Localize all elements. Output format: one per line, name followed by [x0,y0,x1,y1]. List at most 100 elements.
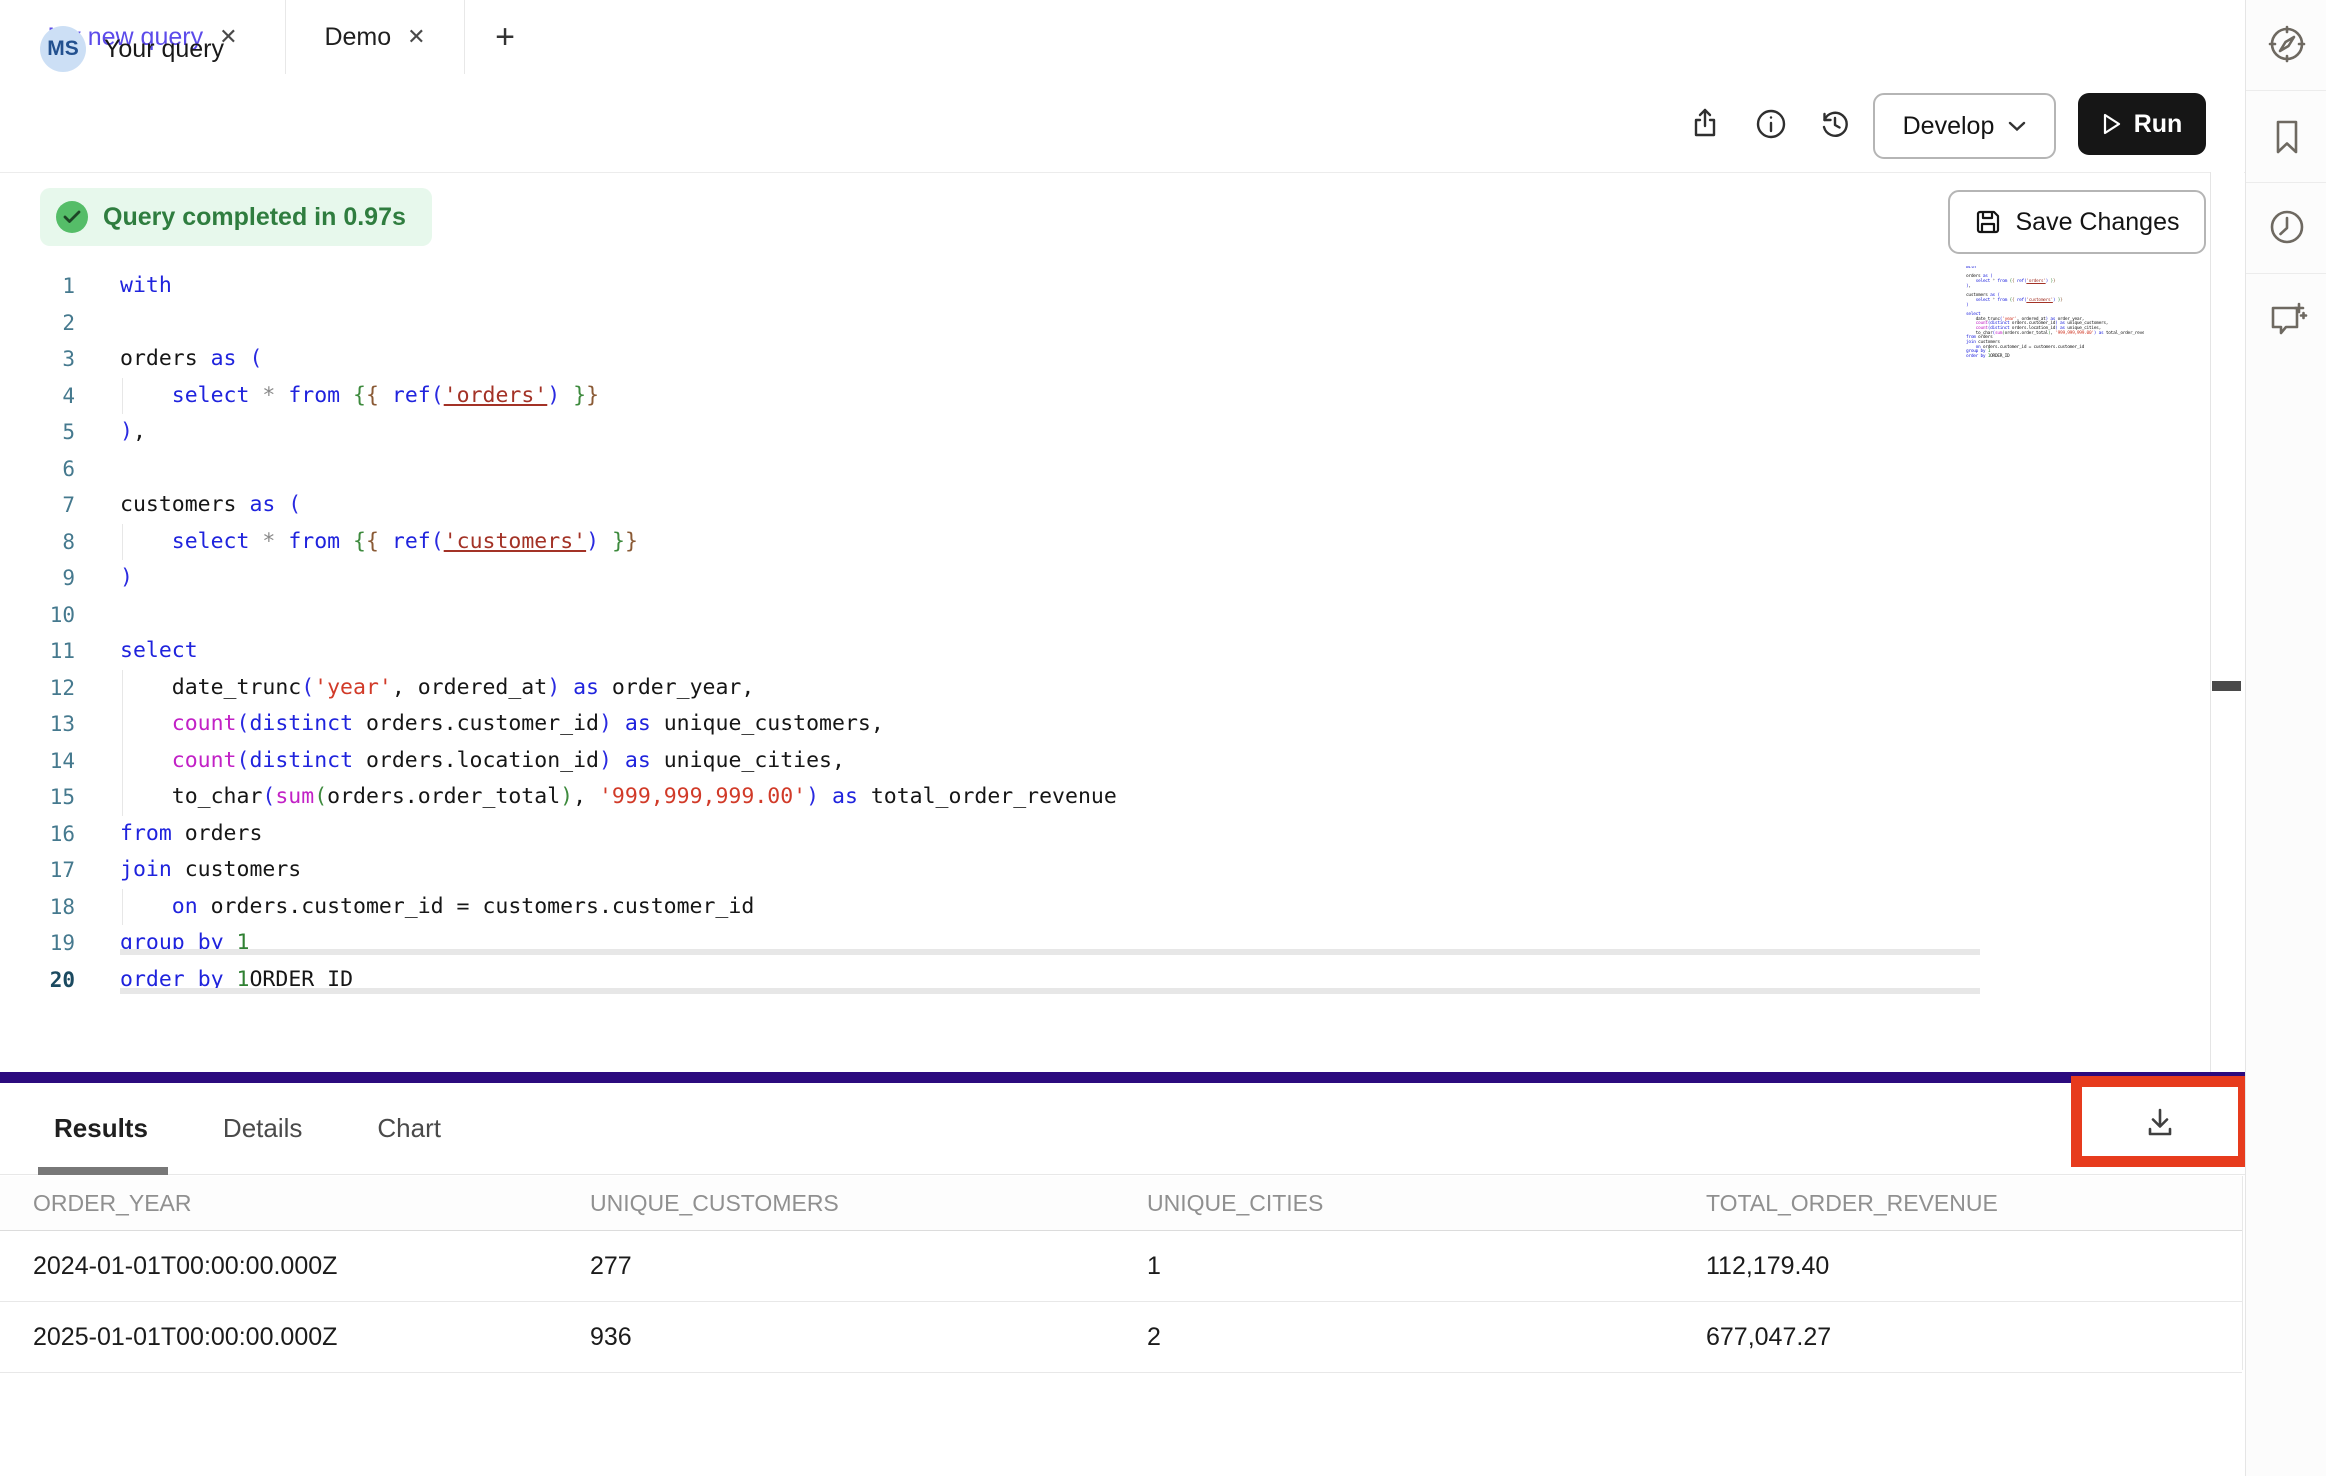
line-number: 16 [0,816,75,853]
code-text: date_trunc('year', ordered_at) as order_… [120,670,754,707]
code-text: select [120,633,198,670]
code-line: 7customers as ( [0,487,2200,524]
column-header: ORDER_YEAR [33,1190,590,1217]
results-tab-chart[interactable]: Chart [377,1113,441,1144]
code-line: 3orders as ( [0,341,2200,378]
code-line: 1 with [0,268,2200,305]
right-toolbar [2245,0,2326,1476]
editor-scrollbar-gutter [2210,172,2244,1072]
minimap-line: order by 1ORDER_ID [1966,355,2144,360]
code-line: 16 from orders [0,816,2200,853]
active-line-border [120,949,1980,955]
share-icon[interactable] [1688,107,1722,141]
results-tab-bar: Results Details Chart [0,1083,2245,1175]
code-line: 9) [0,560,2200,597]
save-icon [1974,208,2002,236]
download-results-button[interactable] [2071,1076,2249,1167]
run-button[interactable]: Run [2078,93,2206,155]
code-line: 17 join customers [0,852,2200,889]
code-text: from orders [120,816,262,853]
code-text: group by 1 [120,925,249,962]
develop-button[interactable]: Develop [1873,93,2056,159]
line-number: 12 [0,670,75,707]
code-text: select * from {{ ref('customers') }} [120,524,638,561]
line-number: 10 [0,597,75,634]
code-line: 11 select [0,633,2200,670]
code-line: 5), [0,414,2200,451]
column-header: UNIQUE_CUSTOMERS [590,1190,1147,1217]
query-ide-window: { "tabs": { "items": [ {"label": "My new… [0,0,2326,1476]
chevron-down-icon [2008,120,2026,132]
status-badge: Query completed in 0.97s [40,188,432,246]
code-text: join customers [120,852,301,889]
line-number: 18 [0,889,75,926]
new-tab-button[interactable]: + [465,0,545,74]
compass-icon[interactable] [2266,23,2308,65]
code-text: to_char(sum(orders.order_total), '999,99… [120,779,1117,816]
ai-comment-icon[interactable] [2266,298,2308,340]
status-message: Query completed in 0.97s [103,203,406,232]
table-cell: 2025-01-01T00:00:00.000Z [33,1323,590,1352]
code-text: select * from {{ ref('orders') }} [120,378,599,415]
clock-icon[interactable] [2266,206,2308,248]
line-number: 9 [0,560,75,597]
code-minimap[interactable]: withorders as ( select * from {{ ref('or… [1966,266,2144,362]
scrollbar-thumb[interactable] [2212,681,2241,691]
table-cell: 277 [590,1252,1147,1281]
line-number: 17 [0,852,75,889]
editor-tab[interactable]: Demo ✕ [286,0,465,74]
tab-label: Demo [324,23,391,52]
line-number: 14 [0,743,75,780]
code-line: 4 select * from {{ ref('orders') }} [0,378,2200,415]
code-line: 12 date_trunc('year', ordered_at) as ord… [0,670,2200,707]
editor-tab-bar: My new query✕Demo✕+ [0,0,2245,75]
table-body: 2024-01-01T00:00:00.000Z2771112,179.4020… [0,1231,2242,1373]
column-header: UNIQUE_CITIES [1147,1190,1706,1217]
code-line: 10 [0,597,2200,634]
code-text: count(distinct orders.location_id) as un… [120,743,845,780]
play-icon [2102,113,2122,135]
results-tab-results[interactable]: Results [54,1113,148,1144]
history-icon[interactable] [1818,107,1852,141]
page-title: Your query [104,35,224,64]
line-number: 4 [0,378,75,415]
develop-button-label: Develop [1903,112,1995,141]
code-line: 2 [0,305,2200,342]
code-line: 6 [0,451,2200,488]
code-text: with [120,268,172,305]
sidebar-divider [2246,273,2326,274]
code-text: orders as ( [120,341,262,378]
table-row[interactable]: 2025-01-01T00:00:00.000Z9362677,047.27 [0,1302,2242,1373]
table-row[interactable]: 2024-01-01T00:00:00.000Z2771112,179.40 [0,1231,2242,1302]
run-button-label: Run [2134,110,2183,139]
table-cell: 1 [1147,1252,1706,1281]
table-cell: 2 [1147,1323,1706,1352]
code-text: on orders.customer_id = customers.custom… [120,889,754,926]
table-cell: 936 [590,1323,1147,1352]
results-tab-details[interactable]: Details [223,1113,302,1144]
info-icon[interactable] [1754,107,1788,141]
line-number: 19 [0,925,75,962]
bookmark-icon[interactable] [2266,116,2308,158]
active-tab-underline [38,1167,168,1175]
close-icon[interactable]: ✕ [407,24,425,50]
code-line: 15 to_char(sum(orders.order_total), '999… [0,779,2200,816]
code-line: 14 count(distinct orders.location_id) as… [0,743,2200,780]
sidebar-divider [2246,182,2326,183]
line-number: 1 [0,268,75,305]
line-number: 5 [0,414,75,451]
line-number: 15 [0,779,75,816]
line-number: 13 [0,706,75,743]
sidebar-divider [2246,90,2326,91]
line-number: 2 [0,305,75,342]
table-header-row: ORDER_YEARUNIQUE_CUSTOMERSUNIQUE_CITIEST… [0,1176,2242,1231]
sql-code-editor[interactable]: 1 with 23orders as (4 select * from {{ ref… [0,268,2200,998]
line-number: 6 [0,451,75,488]
avatar: MS [40,26,86,72]
line-number: 7 [0,487,75,524]
save-changes-button[interactable]: Save Changes [1948,190,2206,254]
results-table: ORDER_YEARUNIQUE_CUSTOMERSUNIQUE_CITIEST… [0,1176,2242,1373]
line-number: 11 [0,633,75,670]
panel-resize-divider[interactable] [0,1072,2245,1083]
code-line: 18 on orders.customer_id = customers.cus… [0,889,2200,926]
